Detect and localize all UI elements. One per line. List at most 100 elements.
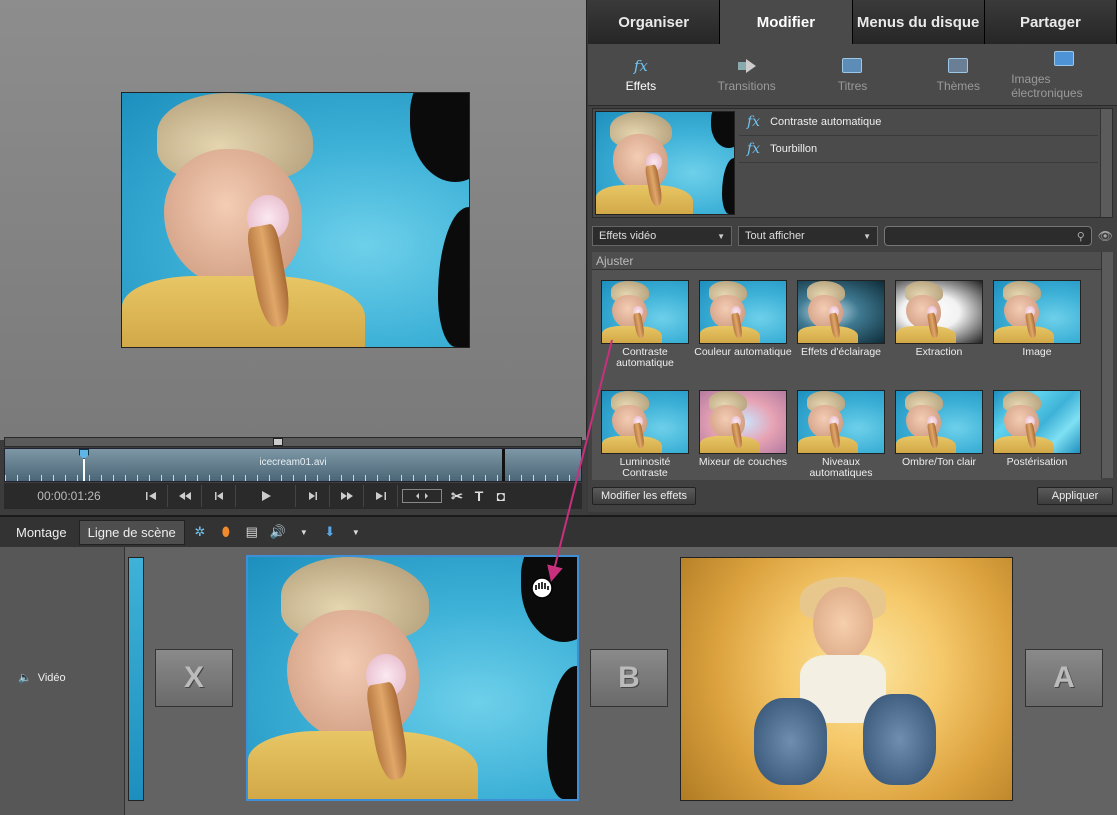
effect-tile[interactable]: Image	[988, 280, 1086, 358]
tab-ligne-de-scene[interactable]: Ligne de scène	[78, 519, 185, 545]
effect-label: Contraste automatique	[616, 346, 674, 369]
subtab-themes[interactable]: Thèmes	[905, 44, 1011, 105]
subtab-transitions[interactable]: Transitions	[694, 44, 800, 105]
transition-cross-dissolve[interactable]: X	[155, 649, 233, 707]
effect-label: Niveaux automatiques	[809, 456, 873, 479]
fx-icon: fx	[747, 114, 761, 130]
playhead-line	[83, 459, 85, 481]
effect-tile[interactable]: Ombre/Ton clair	[890, 390, 988, 468]
effect-tile[interactable]: Niveaux automatiques	[792, 390, 890, 479]
scene-clip-girl[interactable]	[680, 557, 1013, 801]
scene-line: 🔈 Vidéo X B A	[0, 547, 1117, 815]
chevron-down-icon[interactable]: ▼	[345, 522, 367, 542]
rewind-button[interactable]	[168, 485, 202, 507]
effect-thumbnail	[699, 390, 787, 454]
properties-icon[interactable]: ▤	[241, 522, 263, 542]
visibility-toggle-icon[interactable]: 👁	[1098, 229, 1113, 243]
subtab-label: Titres	[837, 78, 868, 93]
shuttle-button[interactable]	[402, 489, 442, 503]
step-back-icon	[214, 492, 223, 500]
tab-menus-du-disque[interactable]: Menus du disque	[852, 0, 985, 44]
effect-thumbnail	[895, 280, 983, 344]
transport-controls: 00:00:01:26 ✂ T ◘	[4, 483, 582, 509]
effects-grid-scrollbar[interactable]	[1101, 252, 1113, 478]
effect-thumbnail	[797, 280, 885, 344]
monitor-time-ruler[interactable]: icecream01.avi	[4, 448, 582, 482]
transition-b[interactable]: B	[590, 649, 668, 707]
playhead[interactable]	[79, 449, 89, 481]
marker-icon[interactable]: ⬇	[319, 522, 341, 542]
show-filter-dropdown[interactable]: Tout afficher ▼	[738, 226, 878, 246]
step-back-button[interactable]	[202, 485, 236, 507]
subtab-images-electroniques[interactable]: Images électroniques	[1011, 44, 1117, 105]
play-button[interactable]	[236, 485, 296, 507]
effect-category-dropdown[interactable]: Effets vidéo ▼	[592, 226, 732, 246]
scrollbar-thumb[interactable]	[273, 438, 283, 446]
timecode-display[interactable]: 00:00:01:26	[4, 489, 134, 503]
subtab-effets[interactable]: fx Effets	[588, 44, 694, 105]
video-track-header: 🔈 Vidéo	[0, 547, 125, 815]
edit-effects-button[interactable]: Modifier les effets	[592, 487, 697, 505]
effect-thumbnail	[895, 390, 983, 454]
chevron-down-icon[interactable]: ▼	[293, 522, 315, 542]
subtab-label: Images électroniques	[1011, 71, 1083, 100]
fast-forward-button[interactable]	[330, 485, 364, 507]
freeze-frame-icon[interactable]: ◘	[490, 485, 512, 507]
transition-x-icon: X	[183, 661, 204, 694]
effect-thumbnail	[601, 280, 689, 344]
audio-mixer-icon[interactable]: 🔊	[267, 522, 289, 542]
applied-effect-item[interactable]: fx Contraste automatique	[739, 109, 1098, 136]
effects-search-input[interactable]: ⚲	[884, 226, 1092, 246]
monitor-horizontal-scrollbar[interactable]	[4, 437, 582, 447]
go-to-out-point-button[interactable]	[364, 485, 398, 507]
title-text-icon[interactable]: T	[468, 485, 490, 507]
playhead-marker-icon[interactable]	[79, 449, 89, 459]
applied-effect-item[interactable]: fx Tourbillon	[739, 136, 1098, 163]
video-track-label[interactable]: 🔈 Vidéo	[18, 671, 66, 685]
themes-icon	[947, 57, 969, 75]
smart-fix-icon[interactable]: ✲	[189, 522, 211, 542]
chevron-down-icon: ▼	[717, 231, 725, 241]
subtab-label: Effets	[625, 78, 657, 93]
smart-trim-icon[interactable]: ⬮	[215, 522, 237, 542]
effect-label: Ombre/Ton clair	[901, 456, 977, 468]
subtab-titres[interactable]: Titres	[800, 44, 906, 105]
search-icon[interactable]: ⚲	[1077, 230, 1085, 243]
effect-tile[interactable]: Mixeur de couches	[694, 390, 792, 468]
effect-tile[interactable]: Effets d'éclairage	[792, 280, 890, 358]
go-to-in-point-icon	[145, 492, 156, 500]
scene-clip-previous[interactable]	[128, 557, 144, 801]
scissors-icon[interactable]: ✂	[446, 485, 468, 507]
chevron-down-icon: ▼	[863, 231, 871, 241]
effect-tile[interactable]: Postérisation	[988, 390, 1086, 468]
tab-organiser[interactable]: Organiser	[588, 0, 721, 44]
go-to-in-point-button[interactable]	[134, 485, 168, 507]
tab-modifier[interactable]: Modifier	[720, 0, 853, 44]
titles-icon	[841, 57, 863, 75]
step-forward-icon	[308, 492, 317, 500]
effect-thumbnail	[993, 390, 1081, 454]
scene-toolbar: Montage Ligne de scène ✲ ⬮ ▤ 🔊 ▼ ⬇ ▼	[0, 515, 1117, 547]
out-point-marker[interactable]	[502, 449, 505, 481]
subtab-label: Transitions	[717, 78, 776, 93]
tasks-panel: Organiser Modifier Menus du disque Parta…	[588, 0, 1117, 512]
effect-tile[interactable]: Extraction	[890, 280, 988, 358]
rewind-icon	[178, 492, 191, 500]
step-forward-button[interactable]	[296, 485, 330, 507]
edit-subtabs: fx Effets Transitions Titres Thèmes Imag…	[588, 44, 1117, 106]
speaker-icon[interactable]: 🔈	[18, 671, 32, 684]
transition-a[interactable]: A	[1025, 649, 1103, 707]
effect-tile[interactable]: Luminosité Contraste	[596, 390, 694, 479]
effect-tile[interactable]: Contraste automatique	[596, 280, 694, 369]
scene-clip-icecream[interactable]	[246, 555, 579, 801]
effect-label: Postérisation	[1006, 456, 1068, 468]
transition-b-icon: B	[618, 661, 640, 694]
tab-montage[interactable]: Montage	[8, 521, 75, 544]
apply-button[interactable]: Appliquer	[1037, 487, 1113, 505]
effects-section-title[interactable]: Ajuster	[592, 252, 1101, 270]
tab-partager[interactable]: Partager	[984, 0, 1117, 44]
effect-thumbnail	[993, 280, 1081, 344]
monitor-video-frame[interactable]	[121, 92, 470, 348]
applied-effects-scrollbar[interactable]	[1100, 109, 1112, 217]
effect-tile[interactable]: Couleur automatique	[694, 280, 792, 358]
